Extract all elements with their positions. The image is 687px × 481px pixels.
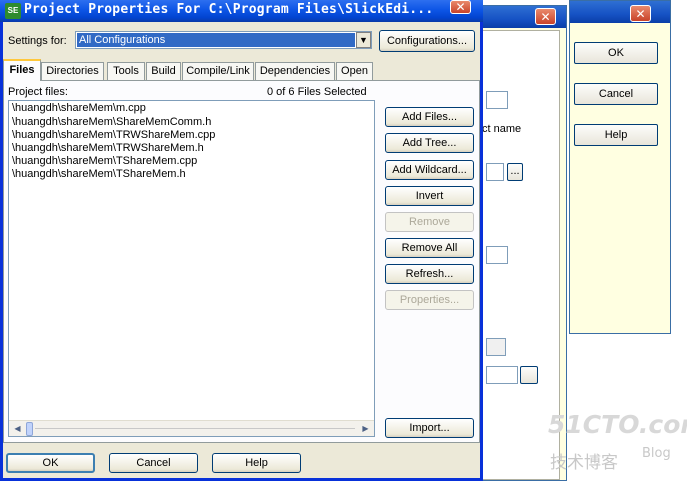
right-help-button[interactable]: Help	[574, 124, 658, 146]
add-files-button[interactable]: Add Files...	[385, 107, 474, 127]
help-button[interactable]: Help	[212, 453, 301, 473]
background-ellipsis-button[interactable]: ...	[507, 163, 523, 181]
tab-directories[interactable]: Directories	[41, 62, 104, 80]
remove-button[interactable]: Remove	[385, 212, 474, 232]
tab-files-label: Files	[9, 64, 35, 76]
background-spin-button[interactable]	[520, 366, 538, 384]
dialog-title: Project Properties For C:\Program Files\…	[24, 2, 434, 17]
add-wildcard-button[interactable]: Add Wildcard...	[385, 160, 474, 180]
settings-for-select[interactable]: All Configurations ▼	[75, 31, 372, 49]
configurations-button[interactable]: Configurations...	[379, 30, 475, 52]
list-item[interactable]: \huangdh\shareMem\ShareMemComm.h	[12, 116, 211, 129]
scroll-left-icon[interactable]: ◀	[10, 422, 25, 436]
project-files-label: Project files:	[8, 86, 68, 98]
watermark-blog: Blog	[642, 446, 671, 461]
background-dropdown[interactable]	[486, 338, 506, 356]
invert-button[interactable]: Invert	[385, 186, 474, 206]
list-item[interactable]: \huangdh\shareMem\TRWShareMem.h	[12, 142, 204, 155]
tab-tools[interactable]: Tools	[107, 62, 145, 80]
list-item[interactable]: \huangdh\shareMem\TRWShareMem.cpp	[12, 129, 215, 142]
list-item[interactable]: \huangdh\shareMem\TShareMem.cpp	[12, 155, 197, 168]
background-input-3[interactable]	[486, 246, 508, 264]
add-tree-button[interactable]: Add Tree...	[385, 133, 474, 153]
background-window-right-titlebar	[570, 1, 670, 23]
refresh-button[interactable]: Refresh...	[385, 264, 474, 284]
files-selected-status: 0 of 6 Files Selected	[267, 86, 367, 98]
remove-all-button[interactable]: Remove All	[385, 238, 474, 258]
right-cancel-button[interactable]: Cancel	[574, 83, 658, 105]
background-input-2[interactable]	[486, 163, 504, 181]
settings-for-value-text: All Configurations	[79, 34, 166, 46]
settings-for-selected-value: All Configurations	[77, 33, 355, 47]
scroll-right-icon[interactable]: ▶	[358, 422, 373, 436]
tab-build[interactable]: Build	[146, 62, 181, 80]
close-icon[interactable]: ✕	[535, 8, 556, 25]
scrollbar-track-line	[35, 428, 355, 429]
slickedit-app-icon: SE	[5, 3, 21, 19]
background-window-right: ✕ OK Cancel Help	[569, 0, 671, 334]
list-item[interactable]: \huangdh\shareMem\TShareMem.h	[12, 168, 186, 181]
close-icon[interactable]: ✕	[630, 5, 651, 22]
import-button[interactable]: Import...	[385, 418, 474, 438]
right-ok-button[interactable]: OK	[574, 42, 658, 64]
horizontal-scrollbar[interactable]: ◀ ▶	[9, 420, 374, 436]
chevron-down-icon[interactable]: ▼	[356, 32, 371, 48]
cancel-button[interactable]: Cancel	[109, 453, 198, 473]
properties-button[interactable]: Properties...	[385, 290, 474, 310]
settings-for-label: Settings for:	[8, 35, 67, 47]
tab-files[interactable]: Files	[3, 59, 41, 81]
tab-compile-link[interactable]: Compile/Link	[182, 62, 254, 80]
list-item[interactable]: \huangdh\shareMem\m.cpp	[12, 102, 146, 115]
scrollbar-thumb[interactable]	[26, 422, 33, 436]
project-files-list[interactable]: \huangdh\shareMem\m.cpp \huangdh\shareMe…	[8, 100, 375, 437]
tab-open[interactable]: Open	[336, 62, 373, 80]
background-spin-input[interactable]	[486, 366, 518, 384]
watermark-site: 51CTO.com	[548, 410, 687, 439]
tab-dependencies[interactable]: Dependencies	[255, 62, 335, 80]
ok-button[interactable]: OK	[6, 453, 95, 473]
dialog-close-icon[interactable]: ✕	[450, 0, 471, 14]
background-partial-label: ct name	[482, 123, 522, 135]
background-input-1[interactable]	[486, 91, 508, 109]
watermark-tagline: 技术博客	[550, 453, 618, 473]
